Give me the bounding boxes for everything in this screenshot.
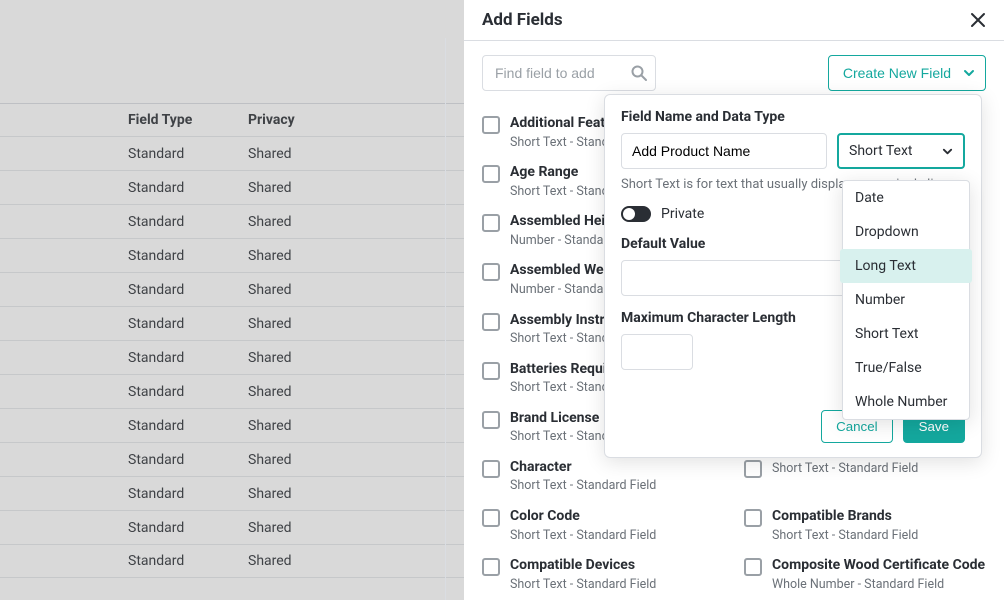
checkbox[interactable] [482, 558, 500, 576]
private-label: Private [661, 206, 704, 222]
data-type-dropdown[interactable]: DateDropdownLong TextNumberShort TextTru… [842, 180, 970, 420]
field-option[interactable]: Compatible Devices Short Text - Standard … [482, 557, 724, 592]
field-option[interactable]: Color Code Short Text - Standard Field [482, 508, 724, 543]
dropdown-option[interactable]: Short Text [843, 317, 969, 351]
field-option-name: Compatible Brands [772, 508, 918, 526]
checkbox[interactable] [482, 509, 500, 527]
data-type-select-value: Short Text [849, 143, 913, 159]
field-option[interactable]: Composite Wood Certificate Code Whole Num… [744, 557, 986, 592]
field-option-subtitle: Short Text - Standard Field [510, 577, 656, 593]
field-name-input[interactable] [621, 133, 827, 169]
field-option-name: Compatible Devices [510, 557, 656, 575]
checkbox[interactable] [482, 263, 500, 281]
chevron-down-icon [963, 67, 975, 79]
field-option-name: Composite Wood Certificate Code [772, 557, 985, 575]
checkbox[interactable] [744, 558, 762, 576]
search-icon [630, 64, 648, 82]
field-option[interactable]: Short Text - Standard Field [744, 459, 986, 494]
checkbox[interactable] [482, 214, 500, 232]
dropdown-option[interactable]: Date [843, 181, 969, 215]
field-option-subtitle: Whole Number - Standard Field [772, 577, 985, 593]
checkbox[interactable] [482, 411, 500, 429]
field-option-subtitle: Short Text - Standard Field [510, 528, 656, 544]
checkbox[interactable] [744, 509, 762, 527]
field-option-name: Character [510, 459, 656, 477]
max-length-input[interactable] [621, 334, 693, 370]
field-option-subtitle: Short Text - Standard Field [772, 528, 918, 544]
data-type-select[interactable]: Short Text [837, 133, 965, 169]
create-new-field-button[interactable]: Create New Field [828, 55, 986, 91]
field-option[interactable]: CharacterShort Text - Standard Field [482, 459, 724, 494]
checkbox[interactable] [482, 313, 500, 331]
dropdown-option[interactable]: True/False [843, 351, 969, 385]
dropdown-option[interactable]: Long Text [840, 249, 972, 283]
drawer-left-edge [445, 38, 446, 600]
dropdown-option[interactable]: Number [843, 283, 969, 317]
checkbox[interactable] [744, 460, 762, 478]
private-toggle[interactable] [621, 206, 651, 222]
dropdown-option[interactable]: Dropdown [843, 215, 969, 249]
dropdown-option[interactable]: Whole Number [843, 385, 969, 419]
checkbox[interactable] [482, 116, 500, 134]
drawer-title: Add Fields [482, 10, 563, 30]
create-new-field-label: Create New Field [843, 65, 951, 81]
field-option[interactable]: Compatible Brands Short Text - Standard F… [744, 508, 986, 543]
checkbox[interactable] [482, 362, 500, 380]
close-icon[interactable] [970, 12, 986, 28]
search-field-wrap [482, 55, 656, 91]
field-option-name: Color Code [510, 508, 656, 526]
checkbox[interactable] [482, 460, 500, 478]
field-option-subtitle: Short Text - Standard Field [510, 478, 656, 494]
chevron-down-icon [942, 146, 953, 157]
checkbox[interactable] [482, 165, 500, 183]
popover-heading: Field Name and Data Type [621, 109, 965, 125]
field-option-subtitle: Short Text - Standard Field [772, 461, 918, 477]
